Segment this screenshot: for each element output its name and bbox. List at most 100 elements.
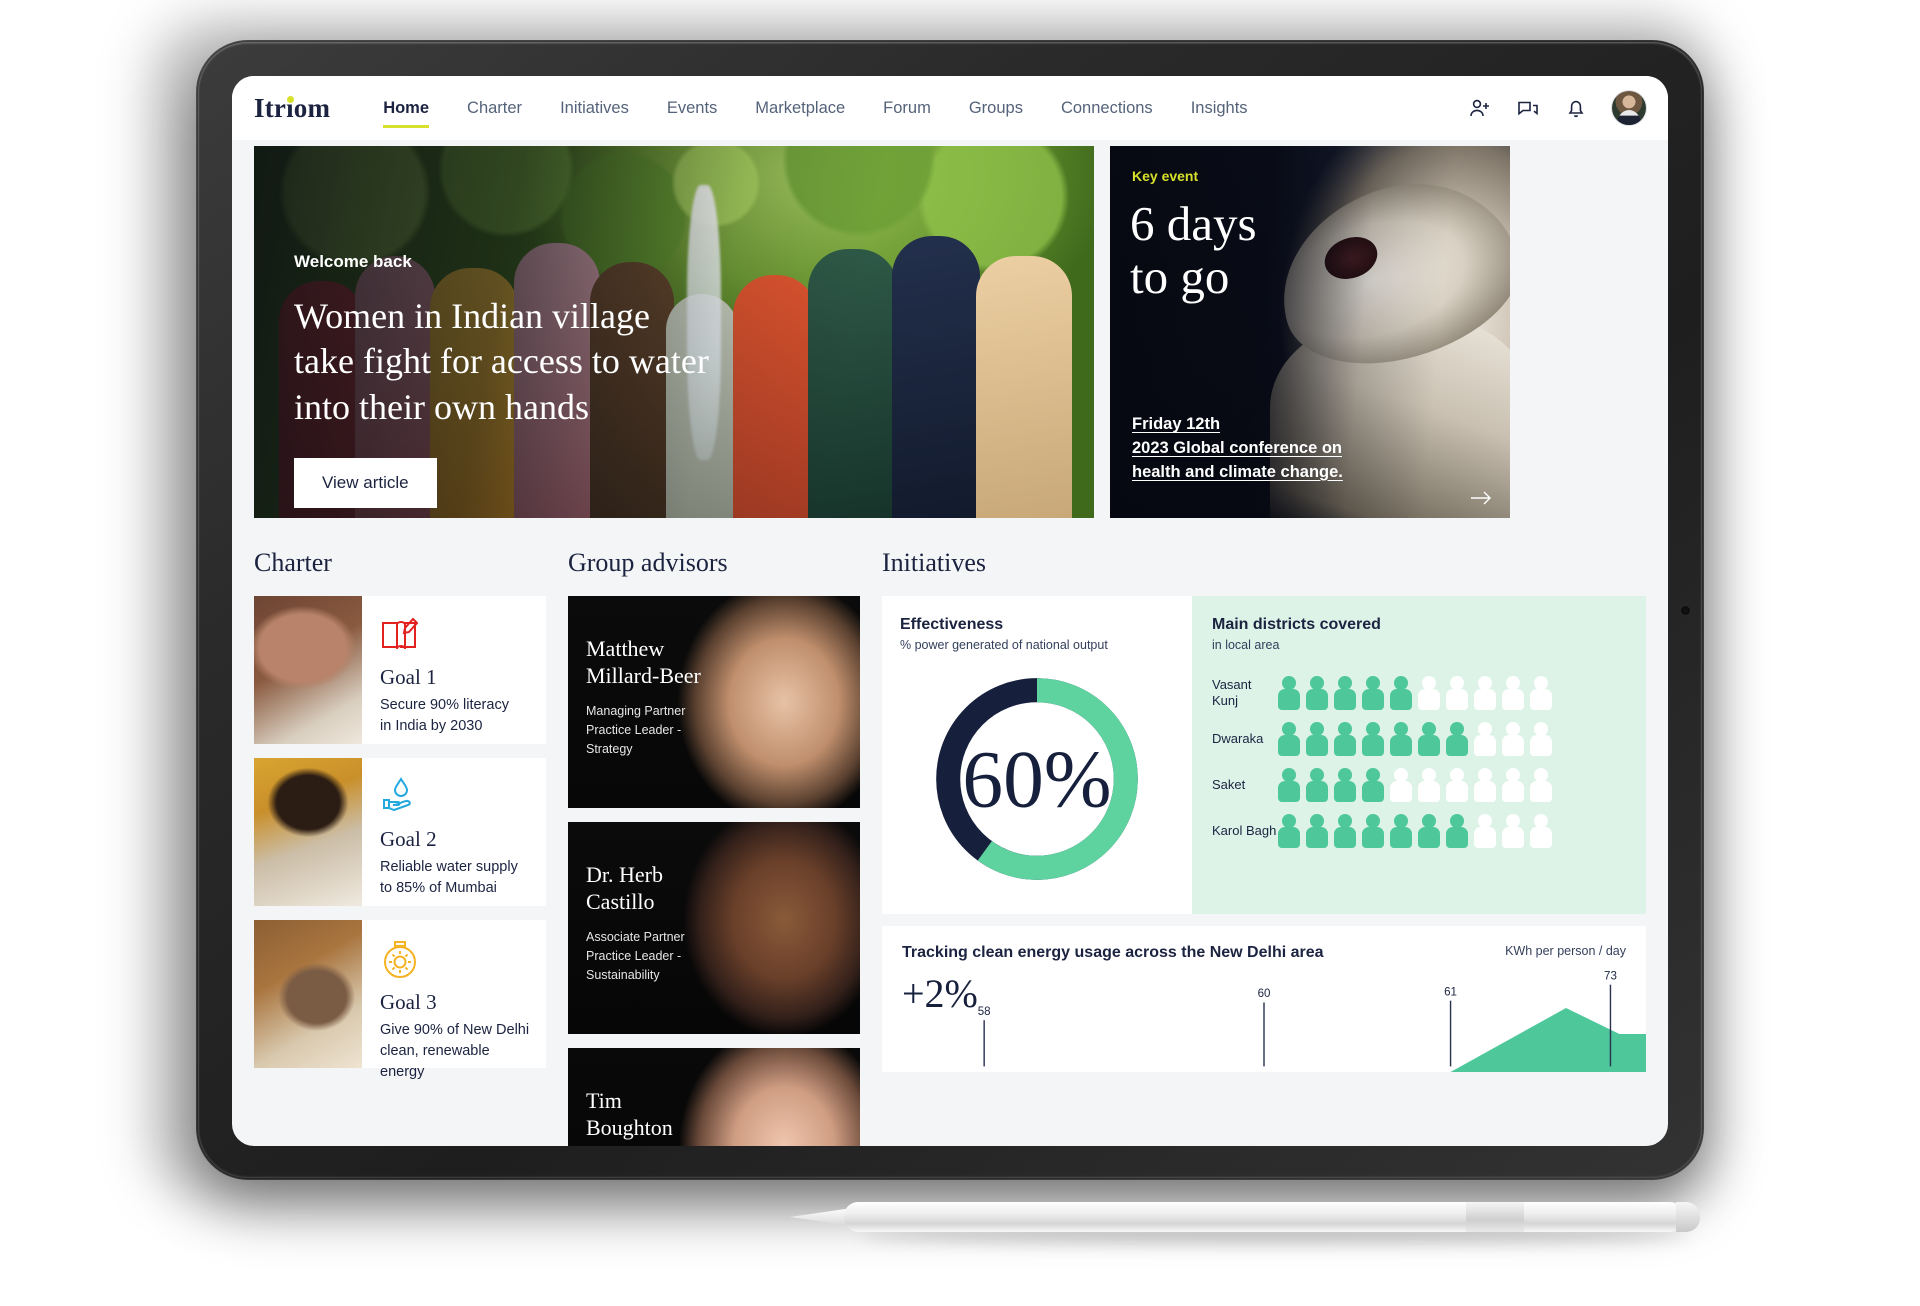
tracking-markers: 58 60 61 73 bbox=[978, 970, 1617, 1067]
person-icon bbox=[1362, 722, 1384, 756]
top-navigation-bar: Itriom Home Charter Initiatives Events M… bbox=[232, 76, 1668, 140]
arrow-right-icon[interactable] bbox=[1470, 490, 1492, 506]
nav-item-insights[interactable]: Insights bbox=[1172, 76, 1267, 140]
stylus-tip bbox=[790, 1208, 852, 1226]
person-icon bbox=[1502, 768, 1524, 802]
goal-card-2[interactable]: Goal 2 Reliable water supply to 85% of M… bbox=[254, 758, 546, 906]
person-icon bbox=[1334, 722, 1356, 756]
person-icon bbox=[1362, 768, 1384, 802]
tracking-unit: KWh per person / day bbox=[1505, 944, 1626, 958]
hero-row: Welcome back Women in Indian village tak… bbox=[254, 146, 1646, 518]
person-icon bbox=[1474, 814, 1496, 848]
stylus-band bbox=[1466, 1202, 1524, 1232]
person-icon bbox=[1334, 768, 1356, 802]
advisor-1-name: Matthew Millard-Beer bbox=[586, 636, 731, 690]
nav-label: Events bbox=[666, 98, 718, 117]
nav-item-groups[interactable]: Groups bbox=[950, 76, 1042, 140]
districts-card: Main districts covered in local area Vas… bbox=[1192, 596, 1646, 914]
countdown-line-2: to go bbox=[1130, 248, 1230, 304]
person-icon bbox=[1502, 722, 1524, 756]
effectiveness-card: Effectiveness % power generated of natio… bbox=[882, 596, 1192, 914]
app-logo[interactable]: Itriom bbox=[254, 93, 330, 124]
nav-label: Insights bbox=[1190, 98, 1248, 117]
page-content: Welcome back Women in Indian village tak… bbox=[232, 146, 1668, 1146]
person-icon bbox=[1278, 676, 1300, 710]
event-details[interactable]: Friday 12th 2023 Global conference on he… bbox=[1132, 413, 1343, 485]
energy-tracking-card: Tracking clean energy usage across the N… bbox=[882, 926, 1646, 1072]
nav-item-initiatives[interactable]: Initiatives bbox=[541, 76, 648, 140]
add-person-icon[interactable] bbox=[1468, 96, 1492, 120]
event-countdown: 6 days to go bbox=[1130, 197, 1257, 304]
nav-label: Marketplace bbox=[755, 98, 846, 117]
nav-item-events[interactable]: Events bbox=[648, 76, 736, 140]
hero-headline-line-3: into their own hands bbox=[294, 386, 589, 427]
user-avatar[interactable] bbox=[1612, 91, 1646, 125]
svg-text:73: 73 bbox=[1604, 970, 1617, 982]
person-icon bbox=[1530, 722, 1552, 756]
advisor-2-role-line-1: Associate Partner bbox=[586, 929, 685, 944]
tracking-header: Tracking clean energy usage across the N… bbox=[902, 944, 1626, 962]
initiatives-top-row: Effectiveness % power generated of natio… bbox=[882, 596, 1646, 914]
nav-item-forum[interactable]: Forum bbox=[864, 76, 950, 140]
goal-1-desc: Secure 90% literacy in India by 2030 bbox=[380, 695, 530, 737]
goal-3-desc-line-2: clean, renewable energy bbox=[380, 1043, 490, 1081]
goal-2-image bbox=[254, 758, 362, 906]
event-date: Friday 12th bbox=[1132, 415, 1221, 433]
advisor-2-role-line-3: Sustainability bbox=[586, 968, 660, 983]
key-event-card[interactable]: Key event 6 days to go Friday 12th 2023 … bbox=[1110, 146, 1510, 518]
hero-article-card[interactable]: Welcome back Women in Indian village tak… bbox=[254, 146, 1094, 518]
view-article-button[interactable]: View article bbox=[294, 458, 437, 509]
districts-heading: Main districts covered bbox=[1212, 616, 1381, 633]
advisors-title: Group advisors bbox=[568, 548, 728, 577]
picto-people bbox=[1278, 676, 1552, 710]
logo-dot-icon bbox=[287, 95, 294, 103]
effectiveness-donut-chart: 60% bbox=[900, 668, 1174, 890]
person-icon bbox=[1418, 814, 1440, 848]
goal-1-desc-line-1: Secure 90% literacy bbox=[380, 697, 509, 713]
effectiveness-subheading: % power generated of national output bbox=[900, 638, 1108, 652]
advisor-1-role-line-1: Managing Partner bbox=[586, 703, 686, 718]
person-icon bbox=[1278, 768, 1300, 802]
goal-card-3[interactable]: Goal 3 Give 90% of New Delhi clean, rene… bbox=[254, 920, 546, 1080]
advisor-1-name-line-2: Millard-Beer bbox=[586, 662, 701, 688]
charter-column: Charter Goal 1 Secure 90% literacy in In… bbox=[254, 548, 546, 1146]
svg-text:61: 61 bbox=[1444, 986, 1457, 998]
advisor-card-1[interactable]: Matthew Millard-Beer Managing Partner Pr… bbox=[568, 596, 860, 808]
nav-item-charter[interactable]: Charter bbox=[448, 76, 541, 140]
person-icon bbox=[1390, 814, 1412, 848]
goal-3-desc: Give 90% of New Delhi clean, renewable e… bbox=[380, 1020, 530, 1083]
nav-item-connections[interactable]: Connections bbox=[1042, 76, 1172, 140]
goal-card-1[interactable]: Goal 1 Secure 90% literacy in India by 2… bbox=[254, 596, 546, 744]
initiatives-column: Initiatives Effectiveness % power genera… bbox=[882, 548, 1646, 1146]
event-desc-line-1: 2023 Global conference on bbox=[1132, 438, 1342, 457]
advisors-column: Group advisors Matthew Millard-Beer Mana… bbox=[568, 548, 860, 1146]
nav-label: Initiatives bbox=[560, 98, 629, 117]
advisor-3-name-line-1: Tim bbox=[586, 1088, 622, 1113]
messages-icon[interactable] bbox=[1516, 96, 1540, 120]
svg-text:60: 60 bbox=[1258, 988, 1271, 1000]
person-icon bbox=[1530, 768, 1552, 802]
goal-1-desc-line-2: in India by 2030 bbox=[380, 718, 483, 735]
person-icon bbox=[1334, 814, 1356, 848]
advisor-3-name-line-2: Boughton bbox=[586, 1114, 673, 1140]
welcome-label: Welcome back bbox=[294, 252, 412, 271]
nav-links: Home Charter Initiatives Events Marketpl… bbox=[364, 76, 1266, 140]
advisor-2-name-line-1: Dr. Herb bbox=[586, 862, 663, 887]
notifications-bell-icon[interactable] bbox=[1564, 96, 1588, 120]
goal-2-desc-line-1: Reliable water supply bbox=[380, 859, 518, 875]
effectiveness-heading: Effectiveness bbox=[900, 616, 1004, 633]
event-desc-line-2: health and climate change. bbox=[1132, 462, 1343, 481]
advisor-card-2[interactable]: Dr. Herb Castillo Associate Partner Prac… bbox=[568, 822, 860, 1034]
nav-item-marketplace[interactable]: Marketplace bbox=[736, 76, 864, 140]
picto-row: Vasant Kunj bbox=[1212, 670, 1626, 716]
advisor-2-name-line-2: Castillo bbox=[586, 888, 655, 914]
nav-item-home[interactable]: Home bbox=[364, 76, 448, 140]
advisor-card-3[interactable]: Tim Boughton Senior Partner Practice Lea… bbox=[568, 1048, 860, 1146]
person-icon bbox=[1334, 676, 1356, 710]
person-icon bbox=[1446, 676, 1468, 710]
screenshot-stage: Itriom Home Charter Initiatives Events M… bbox=[0, 0, 1920, 1306]
svg-text:58: 58 bbox=[978, 1006, 991, 1018]
goal-1-name: Goal 1 bbox=[380, 665, 437, 689]
goal-2-name: Goal 2 bbox=[380, 827, 437, 851]
donut-center-label: 60% bbox=[962, 734, 1111, 825]
